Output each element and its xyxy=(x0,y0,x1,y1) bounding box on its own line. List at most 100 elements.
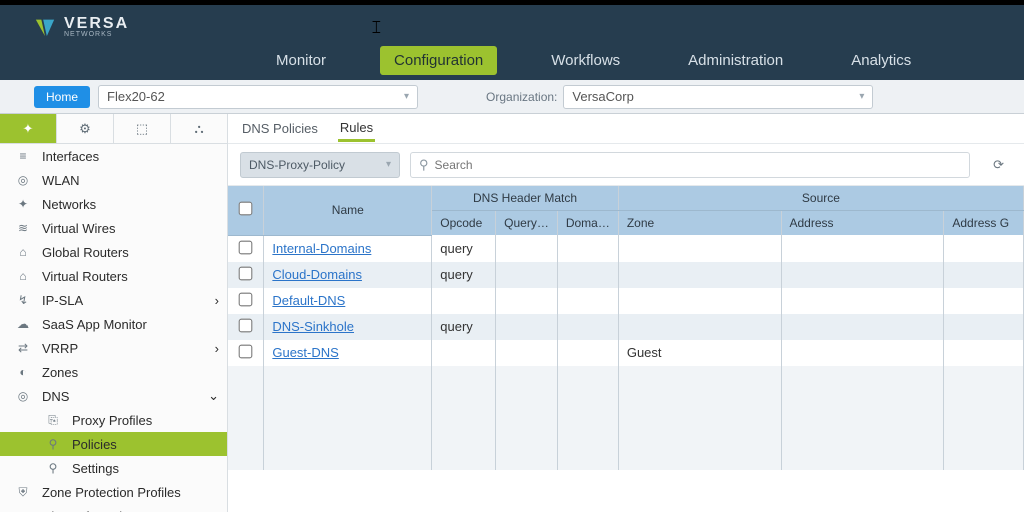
policy-value: DNS-Proxy-Policy xyxy=(249,158,345,172)
row-checkbox[interactable] xyxy=(239,318,253,332)
nav-icon: ⚲ xyxy=(44,461,62,475)
inner-tabs: DNS Policies Rules xyxy=(228,114,1024,144)
mini-tab-gear[interactable]: ⚙ xyxy=(57,114,114,143)
cell-doma xyxy=(557,340,618,366)
table-row: Cloud-Domains query xyxy=(228,262,1024,288)
row-checkbox[interactable] xyxy=(239,344,253,358)
sidebar-item-label: Zone Protection Profiles xyxy=(42,485,219,500)
mini-tab-users[interactable]: ⛬ xyxy=(171,114,227,143)
table-row: Guest-DNS Guest xyxy=(228,340,1024,366)
cell-addrg xyxy=(944,314,1024,340)
table-row: Default-DNS xyxy=(228,288,1024,314)
rule-link[interactable]: Guest-DNS xyxy=(272,345,338,360)
sidebar-item-zone-protection-profiles[interactable]: ⛨ Zone Protection Profiles xyxy=(0,480,227,504)
sidebar-item-zones[interactable]: ◐Zones xyxy=(0,360,227,384)
table-row xyxy=(228,392,1024,418)
header: VERSA NETWORKS 𝙸 MonitorConfigurationWor… xyxy=(0,5,1024,80)
mini-tab-network[interactable]: ✦ xyxy=(0,114,57,143)
sidebar-item-label: Interfaces xyxy=(42,149,219,164)
main-tab-analytics[interactable]: Analytics xyxy=(837,46,925,75)
search-input[interactable] xyxy=(435,158,961,172)
sidebar-item-label: Proxy Profiles xyxy=(72,413,219,428)
sidebar-item-label: SaaS App Monitor xyxy=(42,317,219,332)
sidebar-subitem-settings[interactable]: ⚲Settings xyxy=(0,456,227,480)
sidebar-subitem-proxy-profiles[interactable]: ⎘ Proxy Profiles xyxy=(0,408,227,432)
nav-icon: ⛨ xyxy=(14,485,32,500)
cell-zone xyxy=(618,235,781,262)
cell-opcode: query xyxy=(432,262,496,288)
main-tab-configuration[interactable]: Configuration xyxy=(380,46,497,75)
chevron-icon: › xyxy=(215,293,219,308)
sidebar-item-networks[interactable]: ✦Networks xyxy=(0,192,227,216)
nav-icon: ⌂ xyxy=(14,245,32,259)
cell-address xyxy=(781,314,944,340)
mini-tab-cube[interactable]: ⬚ xyxy=(114,114,171,143)
sidebar-item-vrrp[interactable]: ⇄VRRP› xyxy=(0,336,227,360)
cell-address xyxy=(781,288,944,314)
chevron-down-icon: ▾ xyxy=(386,159,391,170)
row-checkbox[interactable] xyxy=(239,240,253,254)
cell-opcode: query xyxy=(432,314,496,340)
group-dns-header: DNS Header Match xyxy=(432,186,619,211)
cell-doma xyxy=(557,235,618,262)
main-tab-administration[interactable]: Administration xyxy=(674,46,797,75)
sidebar-item-label: Policies xyxy=(72,437,219,452)
brand-logo: VERSA NETWORKS xyxy=(34,15,129,38)
nav-icon: ⎘ xyxy=(44,413,62,428)
select-all-col xyxy=(228,186,264,235)
device-select[interactable]: Flex20-62 ▾ xyxy=(98,85,418,109)
col-name: Name xyxy=(264,186,432,235)
nav-icon: ⚲ xyxy=(44,437,62,451)
sidebar-item-wlan[interactable]: ◎WLAN xyxy=(0,168,227,192)
cell-address xyxy=(781,262,944,288)
col-zone: Zone xyxy=(618,211,781,236)
cell-query xyxy=(496,314,558,340)
main-tabs: Monitor Configuration Workflows Administrat… xyxy=(262,40,925,80)
row-checkbox[interactable] xyxy=(239,266,253,280)
cell-address xyxy=(781,235,944,262)
row-checkbox[interactable] xyxy=(239,292,253,306)
rule-link[interactable]: Default-DNS xyxy=(272,293,345,308)
chevron-icon: › xyxy=(215,341,219,356)
inner-tab-dns-policies[interactable]: DNS Policies xyxy=(240,117,320,140)
sidebar-item-ip-sla[interactable]: ↯IP-SLA› xyxy=(0,288,227,312)
sidebar: ✦ ⚙ ⬚ ⛬ ≡Interfaces◎WLAN✦Networks≋Virtua… xyxy=(0,114,228,512)
cell-address xyxy=(781,340,944,366)
sidebar-subitem-policies[interactable]: ⚲ Policies xyxy=(0,432,227,456)
sidebar-item-interfaces[interactable]: ≡Interfaces xyxy=(0,144,227,168)
home-button[interactable]: Home xyxy=(34,86,90,108)
table-row xyxy=(228,366,1024,392)
nav-icon: ◎ xyxy=(14,173,32,187)
cell-addrg xyxy=(944,262,1024,288)
org-select[interactable]: VersaCorp ▾ xyxy=(563,85,873,109)
policy-select[interactable]: DNS-Proxy-Policy ▾ xyxy=(240,152,400,178)
main-tab-workflows[interactable]: Workflows xyxy=(537,46,634,75)
sidebar-item-saas-app-monitor[interactable]: ☁SaaS App Monitor xyxy=(0,312,227,336)
rule-link[interactable]: DNS-Sinkhole xyxy=(272,319,354,334)
nav-icon: ◐ xyxy=(14,365,32,379)
select-all-checkbox[interactable] xyxy=(239,202,253,216)
search-box[interactable]: ⚲ xyxy=(410,152,970,178)
sidebar-nav: ≡Interfaces◎WLAN✦Networks≋Virtual Wires⌂… xyxy=(0,144,227,512)
inner-tab-rules[interactable]: Rules xyxy=(338,116,375,142)
gear-icon: ⚙ xyxy=(79,121,91,137)
toolbar: DNS-Proxy-Policy ▾ ⚲ ⟳ xyxy=(228,144,1024,186)
main-tab-monitor[interactable]: Monitor xyxy=(262,46,340,75)
sidebar-item-virtual-routers[interactable]: ⌂Virtual Routers xyxy=(0,264,227,288)
col-query: Query… xyxy=(496,211,558,236)
sidebar-item-global-routers[interactable]: ⌂Global Routers xyxy=(0,240,227,264)
cell-zone: Guest xyxy=(618,340,781,366)
rule-link[interactable]: Internal-Domains xyxy=(272,241,371,256)
sidebar-item-class-of-service[interactable]: ◔Class of Service› xyxy=(0,504,227,512)
chevron-down-icon: ▾ xyxy=(859,91,864,102)
cell-doma xyxy=(557,262,618,288)
table-row: DNS-Sinkhole query xyxy=(228,314,1024,340)
device-value: Flex20-62 xyxy=(107,89,165,104)
sidebar-item-virtual-wires[interactable]: ≋Virtual Wires xyxy=(0,216,227,240)
sidebar-item-label: Virtual Routers xyxy=(42,269,219,284)
body: ✦ ⚙ ⬚ ⛬ ≡Interfaces◎WLAN✦Networks≋Virtua… xyxy=(0,114,1024,512)
rule-link[interactable]: Cloud-Domains xyxy=(272,267,362,282)
sidebar-item-dns[interactable]: ◎DNS⌄ xyxy=(0,384,227,408)
refresh-icon[interactable]: ⟳ xyxy=(993,157,1012,173)
cell-query xyxy=(496,340,558,366)
